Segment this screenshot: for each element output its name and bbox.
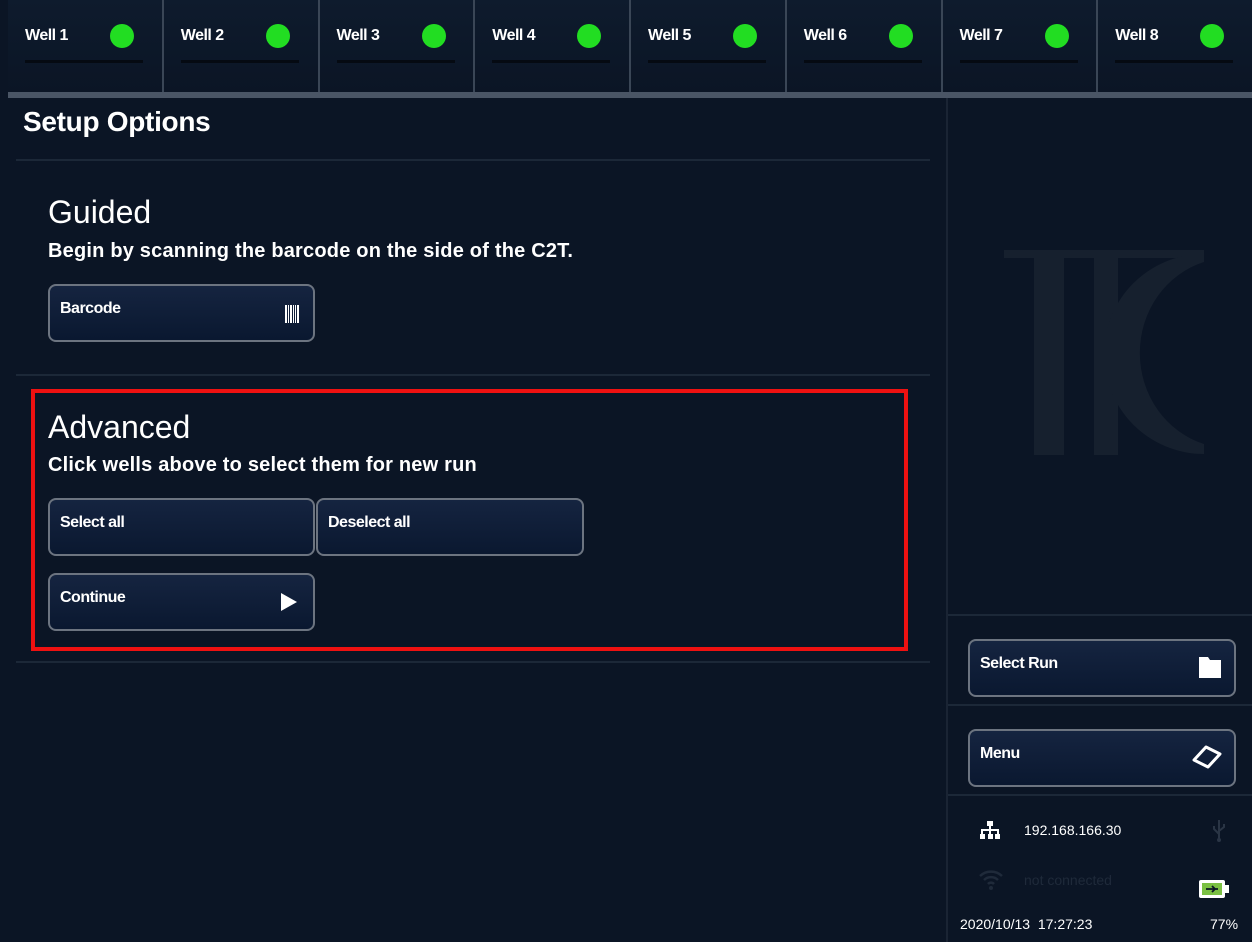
select-run-button[interactable]: Select Run (968, 639, 1236, 697)
well-label: Well 6 (803, 27, 847, 44)
well-status-indicator (733, 24, 757, 48)
divider (948, 794, 1252, 796)
deselect-all-label: Deselect all (328, 514, 411, 531)
well-tab-5[interactable]: Well 5 (629, 0, 785, 92)
select-all-label: Select all (60, 514, 125, 531)
advanced-title: Advanced (48, 409, 191, 445)
well-tab-2[interactable]: Well 2 (161, 0, 318, 92)
continue-button[interactable]: Continue (48, 573, 315, 631)
deselect-all-button[interactable]: Deselect all (316, 498, 584, 556)
advanced-instructions: Click wells above to select them for new… (48, 454, 477, 476)
well-tab-6[interactable]: Well 6 (784, 0, 941, 92)
divider (16, 374, 930, 376)
well-label: Well 7 (959, 27, 1003, 44)
menu-button[interactable]: Menu (968, 729, 1236, 787)
well-label: Well 1 (25, 27, 68, 44)
well-divider (25, 60, 143, 63)
divider (948, 704, 1252, 706)
divider (16, 661, 930, 663)
select-run-label: Select Run (980, 655, 1058, 672)
divider (16, 159, 930, 161)
well-status-indicator (110, 24, 134, 48)
well-tab-4[interactable]: Well 4 (473, 0, 629, 92)
battery-percent: 77% (1210, 916, 1239, 932)
well-tab-1[interactable]: Well 1 (8, 0, 162, 92)
guided-title: Guided (48, 194, 152, 230)
ip-address: 192.168.166.30 (1024, 822, 1122, 838)
continue-label: Continue (60, 589, 126, 606)
well-status-indicator (421, 24, 446, 48)
usb-icon (1212, 818, 1226, 845)
well-tab-8[interactable]: Well 8 (1096, 0, 1252, 92)
well-label: Well 8 (1115, 27, 1159, 44)
well-divider (336, 60, 455, 63)
tc-logo (1004, 248, 1224, 473)
battery-row (948, 876, 1252, 906)
well-divider (959, 60, 1078, 63)
datetime-row: 2020/10/13 17:27:23 77% (948, 916, 1252, 936)
network-status-row: 192.168.166.30 (948, 818, 1252, 842)
well-bar: Well 1 Well 2 Well 3 Well 4 Well 5 Well … (8, 0, 1252, 92)
well-tab-7[interactable]: Well 7 (940, 0, 1097, 92)
side-panel: Select Run Menu 192.168.166.30 not conne… (946, 98, 1252, 942)
well-label: Well 5 (648, 27, 691, 44)
well-status-indicator (888, 24, 913, 48)
well-status-indicator (1200, 24, 1225, 48)
well-status-indicator (577, 24, 602, 48)
well-label: Well 2 (180, 27, 224, 44)
date-time: 2020/10/13 17:27:23 (960, 916, 1092, 932)
play-icon (281, 593, 297, 616)
battery-icon (1198, 878, 1230, 903)
network-icon (980, 821, 1000, 842)
well-status-indicator (265, 24, 290, 48)
well-label: Well 4 (492, 27, 536, 44)
barcode-icon (285, 305, 299, 328)
barcode-button[interactable]: Barcode (48, 284, 315, 342)
page-title: Setup Options (23, 106, 211, 137)
tablet-icon (1192, 745, 1222, 774)
select-all-button[interactable]: Select all (48, 498, 315, 556)
guided-instructions: Begin by scanning the barcode on the sid… (48, 240, 574, 262)
well-status-indicator (1044, 24, 1069, 48)
date: 2020/10/13 (960, 916, 1031, 932)
well-divider (1115, 60, 1234, 63)
well-divider (803, 60, 922, 63)
setup-options-panel: Setup Options Guided Begin by scanning t… (8, 98, 944, 942)
well-tab-3[interactable]: Well 3 (317, 0, 474, 92)
divider (948, 614, 1252, 616)
time: 17:27:23 (1037, 916, 1093, 932)
well-divider (648, 60, 766, 63)
menu-label: Menu (980, 745, 1020, 762)
barcode-button-label: Barcode (60, 300, 121, 317)
well-label: Well 3 (336, 27, 380, 44)
folder-icon (1198, 655, 1222, 684)
well-divider (492, 60, 611, 63)
well-divider (180, 60, 299, 63)
